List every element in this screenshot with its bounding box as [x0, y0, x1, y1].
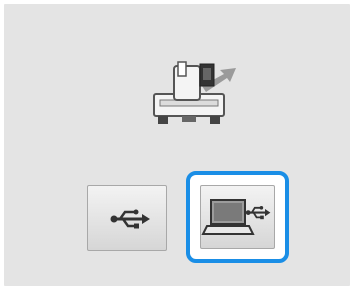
computer-connection-selection-frame[interactable]: [186, 171, 289, 263]
computer-connection-button[interactable]: [200, 185, 275, 249]
embroidery-machine-icon: [142, 52, 238, 132]
connection-select-screen: [4, 4, 350, 286]
usb-connection-button[interactable]: [87, 185, 167, 251]
